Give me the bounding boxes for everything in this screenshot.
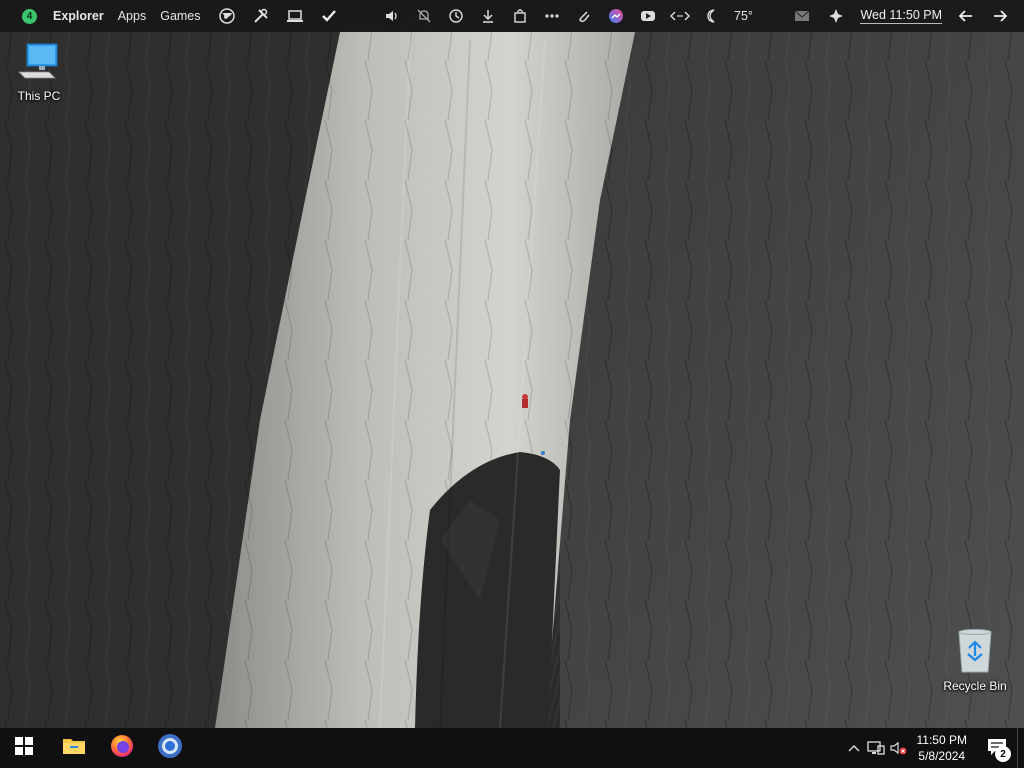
arrow-left-icon[interactable] <box>956 6 976 26</box>
ellipsis-icon[interactable] <box>542 6 562 26</box>
topbar-left: 4 Explorer Apps Games <box>0 0 339 32</box>
windows-start-icon <box>15 736 33 760</box>
arrow-right-icon[interactable] <box>990 6 1010 26</box>
show-desktop-button[interactable] <box>1017 728 1024 768</box>
code-arrows-icon[interactable] <box>670 6 690 26</box>
taskbar: 11:50 PM 5/8/2024 2 <box>0 728 1024 768</box>
checkmark-icon[interactable] <box>319 6 339 26</box>
sparkle-icon[interactable] <box>826 6 846 26</box>
mute-bell-icon[interactable] <box>414 6 434 26</box>
volume-icon[interactable] <box>382 6 402 26</box>
messenger-icon[interactable] <box>606 6 626 26</box>
games-link[interactable]: Games <box>160 9 200 23</box>
network-icon[interactable] <box>865 728 887 768</box>
this-pc-label: This PC <box>17 89 61 103</box>
download-icon[interactable] <box>478 6 498 26</box>
file-explorer-icon <box>62 736 86 761</box>
topbar-right: Wed 11:50 PM <box>792 0 1010 32</box>
explorer-link[interactable]: Explorer <box>53 9 104 23</box>
system-tray: 11:50 PM 5/8/2024 2 <box>843 728 1024 768</box>
this-pc-icon <box>4 42 74 87</box>
tray-time: 11:50 PM <box>916 733 967 747</box>
topbar-left-icons <box>217 6 339 26</box>
moon-icon[interactable] <box>702 6 722 26</box>
weather-temperature[interactable]: 75° <box>734 9 753 23</box>
recycle-bin-label: Recycle Bin <box>943 679 1007 693</box>
desktop-icon-recycle-bin[interactable]: Recycle Bin <box>940 628 1010 693</box>
mail-icon[interactable] <box>792 6 812 26</box>
recycle-bin-icon <box>940 628 1010 677</box>
volume-muted-icon[interactable] <box>887 728 909 768</box>
tray-date: 5/8/2024 <box>918 749 966 763</box>
desktop-icon-this-pc[interactable]: This PC <box>4 42 74 103</box>
laptop-icon[interactable] <box>285 6 305 26</box>
topbar-center-icons: 75° <box>382 0 753 32</box>
top-menu-bar: 4 Explorer Apps Games 75° Wed 11:50 PM <box>0 0 1024 32</box>
tools-icon[interactable] <box>251 6 271 26</box>
history-icon[interactable] <box>446 6 466 26</box>
workspace-badge[interactable]: 4 <box>22 8 37 24</box>
desktop-wallpaper <box>0 0 1024 768</box>
chevron-up-icon[interactable] <box>843 728 865 768</box>
taskbar-firefox[interactable] <box>98 728 146 768</box>
youtube-icon[interactable] <box>638 6 658 26</box>
wallpaper-rock-image <box>0 0 1024 768</box>
notification-count-badge: 2 <box>995 746 1011 762</box>
firefox-icon <box>110 734 134 763</box>
taskbar-chrome[interactable] <box>146 728 194 768</box>
apps-link[interactable]: Apps <box>118 9 147 23</box>
topbar-clock[interactable]: Wed 11:50 PM <box>860 8 942 24</box>
paperclip-icon[interactable] <box>574 6 594 26</box>
globe-icon[interactable] <box>217 6 237 26</box>
start-button[interactable] <box>0 728 48 768</box>
taskbar-file-explorer[interactable] <box>50 728 98 768</box>
tray-clock[interactable]: 11:50 PM 5/8/2024 <box>917 732 967 764</box>
notification-center-button[interactable]: 2 <box>977 728 1017 768</box>
chrome-icon <box>157 733 183 764</box>
shopping-bag-icon[interactable] <box>510 6 530 26</box>
